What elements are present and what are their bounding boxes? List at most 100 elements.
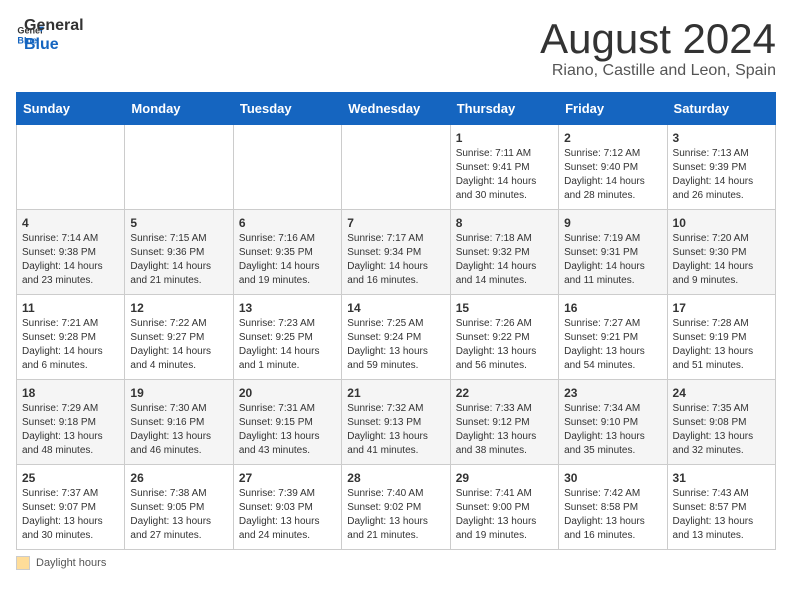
calendar-day-cell: 14 Sunrise: 7:25 AMSunset: 9:24 PMDaylig… [342, 295, 450, 380]
day-number: 5 [130, 216, 227, 230]
day-number: 19 [130, 386, 227, 400]
footer-note: Daylight hours [16, 556, 776, 570]
day-number: 11 [22, 301, 119, 315]
calendar-day-cell: 26 Sunrise: 7:38 AMSunset: 9:05 PMDaylig… [125, 465, 233, 550]
calendar-day-header: Sunday [17, 93, 125, 125]
day-info: Sunrise: 7:16 AMSunset: 9:35 PMDaylight:… [239, 233, 320, 286]
calendar-day-cell: 28 Sunrise: 7:40 AMSunset: 9:02 PMDaylig… [342, 465, 450, 550]
calendar-day-cell [125, 125, 233, 210]
day-number: 9 [564, 216, 661, 230]
day-info: Sunrise: 7:12 AMSunset: 9:40 PMDaylight:… [564, 148, 645, 201]
calendar-day-cell [342, 125, 450, 210]
day-number: 3 [673, 131, 770, 145]
calendar-day-cell: 9 Sunrise: 7:19 AMSunset: 9:31 PMDayligh… [559, 210, 667, 295]
calendar-week-row: 25 Sunrise: 7:37 AMSunset: 9:07 PMDaylig… [17, 465, 776, 550]
calendar-day-cell: 19 Sunrise: 7:30 AMSunset: 9:16 PMDaylig… [125, 380, 233, 465]
calendar-day-cell: 18 Sunrise: 7:29 AMSunset: 9:18 PMDaylig… [17, 380, 125, 465]
calendar-table: SundayMondayTuesdayWednesdayThursdayFrid… [16, 92, 776, 550]
day-info: Sunrise: 7:38 AMSunset: 9:05 PMDaylight:… [130, 488, 211, 541]
day-info: Sunrise: 7:13 AMSunset: 9:39 PMDaylight:… [673, 148, 754, 201]
calendar-day-header: Thursday [450, 93, 558, 125]
calendar-day-cell [17, 125, 125, 210]
day-number: 21 [347, 386, 444, 400]
day-info: Sunrise: 7:22 AMSunset: 9:27 PMDaylight:… [130, 318, 211, 371]
calendar-day-cell: 4 Sunrise: 7:14 AMSunset: 9:38 PMDayligh… [17, 210, 125, 295]
day-number: 28 [347, 471, 444, 485]
day-info: Sunrise: 7:40 AMSunset: 9:02 PMDaylight:… [347, 488, 428, 541]
calendar-day-cell: 22 Sunrise: 7:33 AMSunset: 9:12 PMDaylig… [450, 380, 558, 465]
calendar-week-row: 18 Sunrise: 7:29 AMSunset: 9:18 PMDaylig… [17, 380, 776, 465]
day-number: 26 [130, 471, 227, 485]
day-number: 25 [22, 471, 119, 485]
logo: General Blue General Blue [16, 16, 84, 54]
calendar-day-header: Tuesday [233, 93, 341, 125]
day-info: Sunrise: 7:20 AMSunset: 9:30 PMDaylight:… [673, 233, 754, 286]
calendar-day-header: Wednesday [342, 93, 450, 125]
day-number: 8 [456, 216, 553, 230]
day-number: 10 [673, 216, 770, 230]
calendar-day-cell: 25 Sunrise: 7:37 AMSunset: 9:07 PMDaylig… [17, 465, 125, 550]
calendar-week-row: 11 Sunrise: 7:21 AMSunset: 9:28 PMDaylig… [17, 295, 776, 380]
day-number: 6 [239, 216, 336, 230]
calendar-day-cell: 17 Sunrise: 7:28 AMSunset: 9:19 PMDaylig… [667, 295, 775, 380]
title-area: August 2024 Riano, Castille and Leon, Sp… [540, 16, 776, 80]
calendar-day-cell: 31 Sunrise: 7:43 AMSunset: 8:57 PMDaylig… [667, 465, 775, 550]
calendar-day-cell: 30 Sunrise: 7:42 AMSunset: 8:58 PMDaylig… [559, 465, 667, 550]
day-info: Sunrise: 7:19 AMSunset: 9:31 PMDaylight:… [564, 233, 645, 286]
day-info: Sunrise: 7:42 AMSunset: 8:58 PMDaylight:… [564, 488, 645, 541]
calendar-day-cell: 1 Sunrise: 7:11 AMSunset: 9:41 PMDayligh… [450, 125, 558, 210]
day-number: 23 [564, 386, 661, 400]
day-info: Sunrise: 7:32 AMSunset: 9:13 PMDaylight:… [347, 403, 428, 456]
day-number: 20 [239, 386, 336, 400]
day-info: Sunrise: 7:17 AMSunset: 9:34 PMDaylight:… [347, 233, 428, 286]
calendar-day-cell: 16 Sunrise: 7:27 AMSunset: 9:21 PMDaylig… [559, 295, 667, 380]
logo-blue: Blue [24, 35, 84, 54]
page-header: General Blue General Blue August 2024 Ri… [16, 16, 776, 80]
day-number: 24 [673, 386, 770, 400]
calendar-day-cell: 3 Sunrise: 7:13 AMSunset: 9:39 PMDayligh… [667, 125, 775, 210]
day-number: 15 [456, 301, 553, 315]
calendar-day-cell: 29 Sunrise: 7:41 AMSunset: 9:00 PMDaylig… [450, 465, 558, 550]
calendar-day-cell: 21 Sunrise: 7:32 AMSunset: 9:13 PMDaylig… [342, 380, 450, 465]
calendar-day-cell: 10 Sunrise: 7:20 AMSunset: 9:30 PMDaylig… [667, 210, 775, 295]
day-info: Sunrise: 7:26 AMSunset: 9:22 PMDaylight:… [456, 318, 537, 371]
day-info: Sunrise: 7:14 AMSunset: 9:38 PMDaylight:… [22, 233, 103, 286]
day-info: Sunrise: 7:43 AMSunset: 8:57 PMDaylight:… [673, 488, 754, 541]
daylight-label: Daylight hours [36, 557, 106, 569]
day-info: Sunrise: 7:28 AMSunset: 9:19 PMDaylight:… [673, 318, 754, 371]
day-number: 1 [456, 131, 553, 145]
day-info: Sunrise: 7:30 AMSunset: 9:16 PMDaylight:… [130, 403, 211, 456]
day-info: Sunrise: 7:41 AMSunset: 9:00 PMDaylight:… [456, 488, 537, 541]
daylight-box-icon [16, 556, 30, 570]
calendar-day-cell: 24 Sunrise: 7:35 AMSunset: 9:08 PMDaylig… [667, 380, 775, 465]
page-title: August 2024 [540, 16, 776, 62]
day-number: 22 [456, 386, 553, 400]
page-subtitle: Riano, Castille and Leon, Spain [540, 62, 776, 80]
day-info: Sunrise: 7:27 AMSunset: 9:21 PMDaylight:… [564, 318, 645, 371]
day-number: 14 [347, 301, 444, 315]
day-number: 30 [564, 471, 661, 485]
day-info: Sunrise: 7:15 AMSunset: 9:36 PMDaylight:… [130, 233, 211, 286]
day-info: Sunrise: 7:37 AMSunset: 9:07 PMDaylight:… [22, 488, 103, 541]
day-info: Sunrise: 7:29 AMSunset: 9:18 PMDaylight:… [22, 403, 103, 456]
calendar-day-header: Friday [559, 93, 667, 125]
calendar-day-header: Saturday [667, 93, 775, 125]
calendar-day-cell: 7 Sunrise: 7:17 AMSunset: 9:34 PMDayligh… [342, 210, 450, 295]
calendar-header-row: SundayMondayTuesdayWednesdayThursdayFrid… [17, 93, 776, 125]
day-number: 31 [673, 471, 770, 485]
day-info: Sunrise: 7:23 AMSunset: 9:25 PMDaylight:… [239, 318, 320, 371]
day-number: 7 [347, 216, 444, 230]
day-info: Sunrise: 7:11 AMSunset: 9:41 PMDaylight:… [456, 148, 537, 201]
calendar-day-cell: 20 Sunrise: 7:31 AMSunset: 9:15 PMDaylig… [233, 380, 341, 465]
calendar-day-cell: 13 Sunrise: 7:23 AMSunset: 9:25 PMDaylig… [233, 295, 341, 380]
day-info: Sunrise: 7:33 AMSunset: 9:12 PMDaylight:… [456, 403, 537, 456]
day-info: Sunrise: 7:35 AMSunset: 9:08 PMDaylight:… [673, 403, 754, 456]
day-number: 2 [564, 131, 661, 145]
calendar-day-cell [233, 125, 341, 210]
day-number: 4 [22, 216, 119, 230]
calendar-day-cell: 8 Sunrise: 7:18 AMSunset: 9:32 PMDayligh… [450, 210, 558, 295]
day-number: 29 [456, 471, 553, 485]
day-info: Sunrise: 7:34 AMSunset: 9:10 PMDaylight:… [564, 403, 645, 456]
day-info: Sunrise: 7:21 AMSunset: 9:28 PMDaylight:… [22, 318, 103, 371]
calendar-day-cell: 27 Sunrise: 7:39 AMSunset: 9:03 PMDaylig… [233, 465, 341, 550]
